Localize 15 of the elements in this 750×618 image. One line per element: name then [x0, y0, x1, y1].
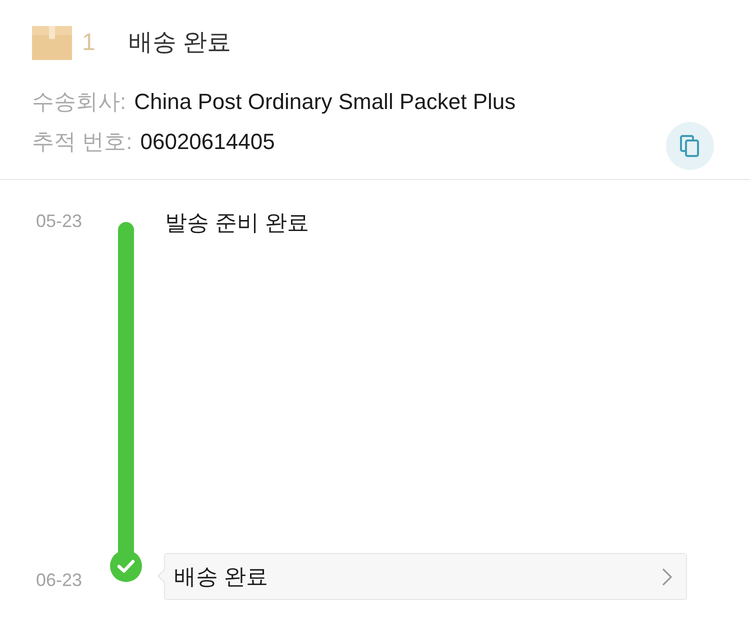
copy-icon — [680, 135, 700, 157]
package-icon — [32, 26, 72, 60]
detail-label: 수송회사: — [32, 88, 126, 116]
detail-value: 06020614405 — [140, 128, 275, 156]
event-description: 발송 준비 완료 — [165, 210, 310, 236]
chevron-right-icon — [662, 568, 672, 586]
detail-value: China Post Ordinary Small Packet Plus — [134, 88, 516, 116]
copy-button[interactable] — [666, 122, 714, 170]
delivery-status: 배송 완료 — [128, 28, 232, 58]
package-count: 1 — [82, 28, 96, 58]
card-pointer-icon — [157, 569, 165, 583]
check-circle-icon — [110, 550, 142, 582]
event-date: 06-23 — [36, 569, 84, 591]
detail-label: 추적 번호: — [32, 128, 132, 156]
event-date: 05-23 — [36, 210, 84, 232]
